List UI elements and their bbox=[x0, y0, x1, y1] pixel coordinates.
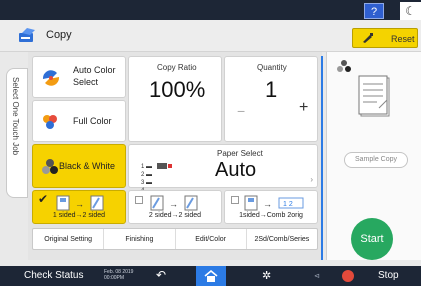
reset-icon bbox=[363, 33, 373, 43]
combine-icon: → 1 2 bbox=[244, 195, 304, 211]
speaker-icon: ⊲ bbox=[314, 273, 320, 280]
check-status-button[interactable]: Check Status bbox=[24, 270, 83, 281]
black-white-button[interactable]: Black & White bbox=[32, 144, 126, 188]
app-header: Copy Reset bbox=[0, 20, 421, 52]
sided-label-2to2: 2 sided→2 sided bbox=[148, 212, 202, 219]
check-icon: ✔ bbox=[38, 192, 49, 206]
gear-icon[interactable]: ✲ bbox=[262, 269, 271, 282]
svg-text:→: → bbox=[169, 199, 178, 209]
tab-edit-color[interactable]: Edit/Color bbox=[176, 229, 247, 249]
sided-label-comb: 1sided→Comb 2orig bbox=[239, 212, 303, 219]
full-color-icon bbox=[43, 115, 57, 129]
time-line: 00:00PM bbox=[104, 275, 125, 281]
full-color-label: Full Color bbox=[73, 116, 112, 126]
document-preview-icon bbox=[358, 75, 390, 117]
sided-option-1to2[interactable]: ✔ → 1 sided→2 sided bbox=[32, 190, 126, 224]
chevron-right-icon: › bbox=[310, 175, 313, 184]
one-touch-job-label: Select One Touch Job bbox=[11, 77, 20, 156]
home-button[interactable] bbox=[196, 266, 226, 286]
stop-button[interactable]: Stop bbox=[378, 270, 399, 281]
home-icon bbox=[204, 270, 218, 282]
checkbox bbox=[231, 196, 239, 204]
copy-ratio-button[interactable]: Copy Ratio 100% bbox=[128, 56, 222, 142]
black-white-icon bbox=[42, 159, 58, 174]
paper-select-button[interactable]: Paper Select 1 ▬ 2 ▬ 3 ▬ 4 ▬ Auto › bbox=[128, 144, 318, 194]
reset-label: Reset bbox=[391, 34, 415, 44]
settings-tabs: Original Setting Finishing Edit/Color 2S… bbox=[32, 228, 318, 250]
duplex-1to2-icon: → bbox=[56, 195, 104, 211]
duplex-2to2-icon: → bbox=[150, 195, 198, 211]
preview-panel: Sample Copy Start bbox=[326, 52, 421, 260]
color-dots-icon bbox=[337, 60, 351, 72]
sample-copy-button[interactable]: Sample Copy bbox=[344, 152, 408, 168]
bottom-bar: Check Status Feb. 08 2019 00:00PM ↶ ✲ ⊲ … bbox=[0, 266, 421, 286]
quantity-value: 1 bbox=[265, 77, 278, 102]
full-color-button[interactable]: Full Color bbox=[32, 100, 126, 142]
one-touch-job-tab[interactable]: Select One Touch Job bbox=[6, 68, 28, 198]
auto-color-select-button[interactable]: Auto Color Select bbox=[32, 56, 126, 98]
tab-original-setting[interactable]: Original Setting bbox=[33, 229, 105, 249]
sided-option-2to2[interactable]: → 2 sided→2 sided bbox=[128, 190, 222, 224]
quantity-stepper[interactable]: Quantity 1 − + bbox=[224, 56, 318, 142]
auto-color-label-line1: Auto Color bbox=[73, 65, 116, 75]
checkbox bbox=[135, 196, 143, 204]
page-title: Copy bbox=[46, 29, 72, 41]
date-time: Feb. 08 2019 00:00PM bbox=[104, 269, 133, 281]
sided-option-comb[interactable]: → 1 2 1sided→Comb 2orig bbox=[224, 190, 318, 224]
panel-divider bbox=[321, 56, 323, 260]
tray-2: 2 ▬ bbox=[141, 172, 153, 178]
help-button[interactable]: ? bbox=[364, 3, 384, 19]
quantity-increment-button[interactable]: + bbox=[299, 99, 308, 117]
reset-button[interactable]: Reset bbox=[352, 28, 418, 48]
tray-3: 3 ▬ bbox=[141, 180, 153, 186]
svg-text:1 2: 1 2 bbox=[283, 201, 293, 208]
sided-label-1to2: 1 sided→2 sided bbox=[52, 212, 106, 219]
start-button[interactable]: Start bbox=[351, 218, 393, 260]
quantity-label: Quantity bbox=[257, 63, 287, 72]
copy-icon bbox=[19, 28, 35, 42]
status-bar: ? ☾ bbox=[0, 0, 421, 20]
paper-select-label: Paper Select bbox=[217, 149, 263, 158]
stop-icon bbox=[342, 270, 354, 282]
black-white-label: Black & White bbox=[59, 161, 116, 171]
quantity-decrement-button[interactable]: − bbox=[237, 103, 245, 119]
auto-color-icon bbox=[42, 70, 60, 86]
tab-2sd-comb-series[interactable]: 2Sd/Comb/Series bbox=[247, 229, 317, 249]
paper-tray-icon bbox=[157, 163, 172, 169]
svg-text:→: → bbox=[75, 199, 84, 209]
energy-saver-button[interactable]: ☾ bbox=[400, 2, 421, 20]
svg-text:→: → bbox=[263, 199, 272, 209]
auto-color-label-line2: Select bbox=[73, 77, 99, 87]
tab-finishing[interactable]: Finishing bbox=[104, 229, 176, 249]
copy-ratio-label: Copy Ratio bbox=[157, 63, 197, 72]
tray-1: 1 ▬ bbox=[141, 164, 153, 170]
copy-ratio-value: 100% bbox=[149, 77, 206, 102]
paper-select-value: Auto bbox=[215, 159, 257, 181]
back-icon[interactable]: ↶ bbox=[156, 268, 166, 282]
copy-settings-panel: Auto Color Select Full Color Black & Whi… bbox=[28, 52, 322, 260]
